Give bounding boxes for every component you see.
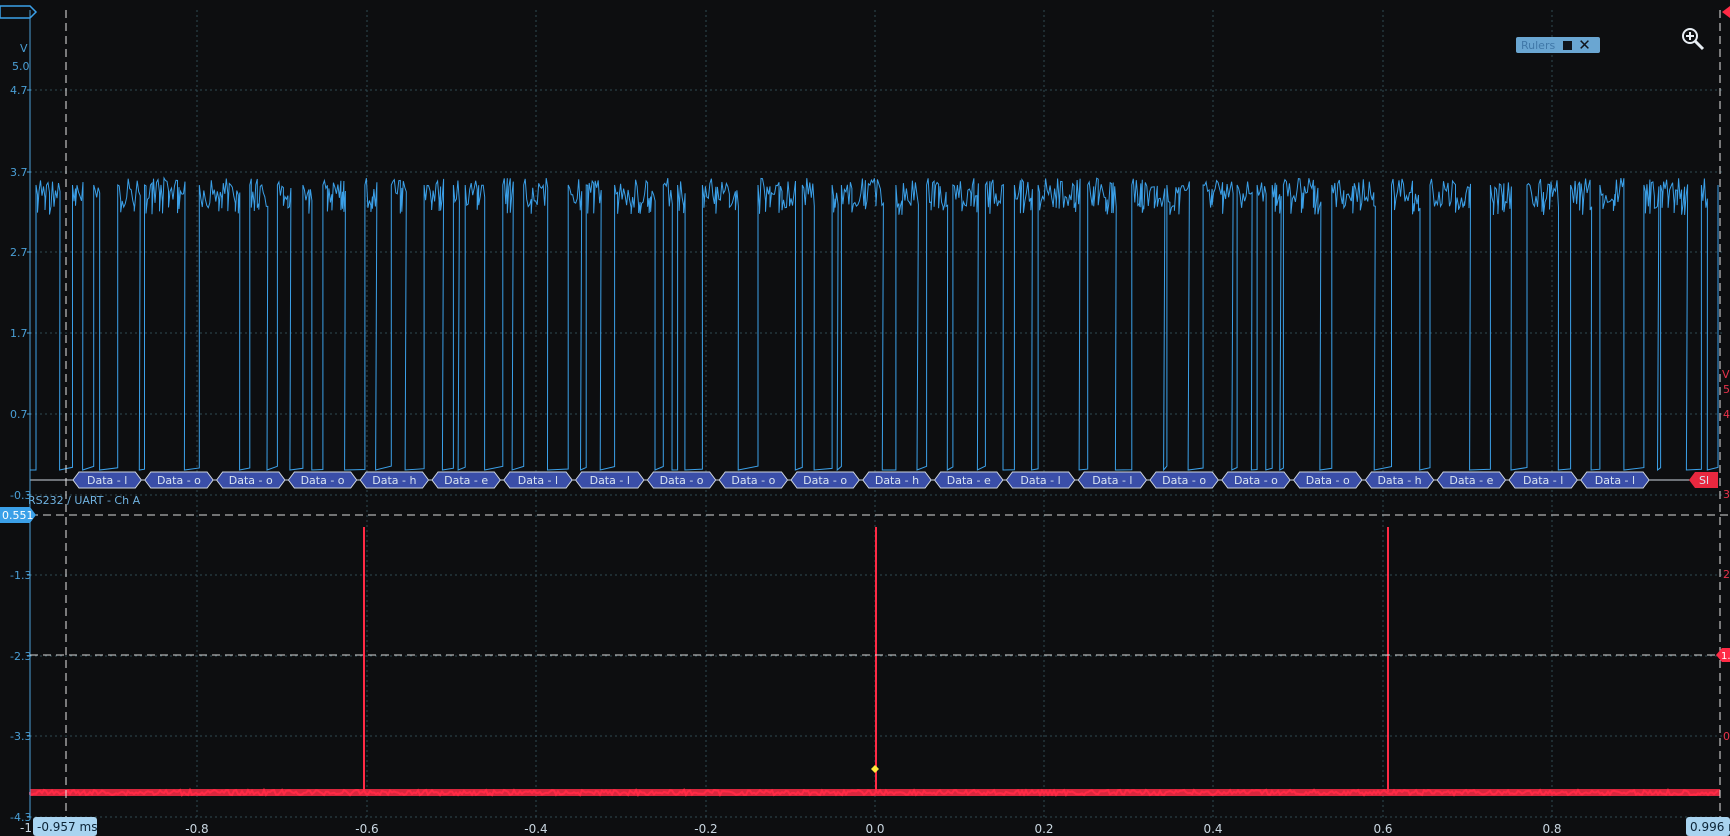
time-axis: -0.8 -0.6 -0.4 -0.2 0.0 0.2 0.4 0.6 0.8	[185, 822, 1561, 836]
threshold-marker-value: 0.551	[2, 509, 34, 522]
cursor-right-value: 0.996 r	[1690, 820, 1730, 834]
left-axis-tick: 0.7	[10, 408, 28, 421]
decoder-packet-label: Data - l	[1523, 474, 1563, 487]
decoder-packet[interactable]: Data - o	[144, 471, 214, 489]
decoder-packet[interactable]: Data - l	[1005, 471, 1076, 489]
decoder-packet[interactable]: Data - e	[431, 471, 501, 489]
decoder-packet-label: Data - h	[875, 474, 919, 487]
right-axis-unit: V	[1722, 368, 1730, 381]
decoder-packet-label: Data - o	[1306, 474, 1350, 487]
decoder-tail-label: Sl	[1699, 474, 1709, 487]
decoder-packet[interactable]: Data - l	[574, 471, 645, 489]
stop-icon[interactable]	[1563, 40, 1573, 50]
zoom-in-icon[interactable]	[1681, 27, 1705, 51]
decoder-packet[interactable]: Data - h	[862, 471, 932, 489]
cursor-left-value: -0.957 ms	[37, 820, 97, 834]
right-axis-tick: 4	[1723, 408, 1730, 421]
left-axis-top-value: 5.0	[12, 60, 30, 73]
decoder-packet-label: Data - l	[1092, 474, 1132, 487]
decoder-packet-label: Data - e	[444, 474, 488, 487]
rulers-label: Rulers	[1521, 38, 1556, 52]
decoder-packet-label: Data - o	[731, 474, 775, 487]
right-axis-tick: 2	[1723, 568, 1730, 581]
decoder-packet[interactable]: Data - o	[1292, 471, 1363, 489]
time-axis-tick: 0.6	[1373, 822, 1392, 836]
decoder-packet[interactable]: Data - o	[215, 471, 286, 489]
decoder-packet-label: Data - o	[1234, 474, 1278, 487]
channel-b-offset-marker[interactable]	[1722, 6, 1730, 18]
trigger-marker[interactable]	[871, 765, 879, 773]
left-axis-unit: V	[20, 42, 28, 55]
decoder-title: RS232 / UART - Ch A	[28, 494, 141, 507]
right-axis-tick: 5	[1723, 383, 1730, 396]
decoder-packet[interactable]: Data - h	[1364, 471, 1435, 489]
decoder-packet[interactable]: Data - e	[1436, 471, 1507, 489]
decoder-packet-label: Data - l	[87, 474, 127, 487]
channel-b-level-value: 1.	[1721, 651, 1730, 662]
decoder-tail-packet[interactable]: Sl	[1689, 472, 1718, 488]
channel-a-waveform	[30, 176, 1719, 472]
decoder-packet[interactable]: Data - o	[1149, 471, 1219, 489]
time-axis-tick: -0.2	[694, 822, 717, 836]
decoder-packet[interactable]: Data - l	[1508, 471, 1578, 489]
time-axis-tick: -0.8	[185, 822, 208, 836]
channel-b-trace	[29, 527, 1720, 798]
decoder-packet-label: Data - e	[1449, 474, 1493, 487]
decoder-packet[interactable]: Data - l	[1077, 471, 1148, 489]
left-axis-tick: 3.7	[10, 166, 28, 179]
close-icon[interactable]: ✕	[1578, 38, 1591, 53]
channel-a-trace	[30, 176, 1719, 472]
decoder-packet-label: Data - e	[947, 474, 991, 487]
decoder-packet[interactable]: Data - l	[72, 471, 142, 489]
left-axis-tick: 2.7	[10, 246, 28, 259]
time-axis-tick: 0.0	[865, 822, 884, 836]
decoder-packet-label: Data - o	[229, 474, 273, 487]
decoder-packet-label: Data - l	[518, 474, 558, 487]
right-axis: 5 4 3 2 0	[1723, 383, 1730, 743]
decoder-packet[interactable]: Data - e	[933, 471, 1004, 489]
decoder-packet[interactable]: Data - h	[359, 471, 430, 489]
channel-a-offset-marker[interactable]	[0, 5, 38, 19]
decoder-packet-label: Data - o	[803, 474, 847, 487]
decoder-packet[interactable]: Data - o	[1221, 471, 1291, 489]
time-axis-tick: 0.8	[1542, 822, 1561, 836]
decoder-packet[interactable]: Data - o	[790, 471, 860, 489]
decoder-packet-label: Data - o	[157, 474, 201, 487]
decoder-packet[interactable]: Data - o	[646, 471, 717, 489]
decoder-packet-label: Data - o	[301, 474, 345, 487]
left-axis-tick: 4.7	[10, 84, 28, 97]
time-axis-tick: -0.4	[524, 822, 547, 836]
right-axis-tick: 0	[1723, 730, 1730, 743]
left-axis-tick: 1.7	[10, 327, 28, 340]
time-axis-tick: 0.2	[1034, 822, 1053, 836]
decoder-packet[interactable]: Data - o	[287, 471, 358, 489]
decoder-packet[interactable]: Data - l	[503, 471, 573, 489]
decoder-packet[interactable]: Data - o	[718, 471, 789, 489]
decoder-packet-label: Data - o	[660, 474, 704, 487]
rulers-button[interactable]: Rulers ✕	[1516, 37, 1600, 53]
decoder-packet-label: Data - l	[1595, 474, 1635, 487]
decoder-packet[interactable]: Data - l	[1580, 471, 1650, 489]
decoder-packet-label: Data - h	[372, 474, 416, 487]
oscilloscope-view[interactable]: Data - l Data - o Data - o Data - o Data - h…	[0, 0, 1730, 836]
right-axis-tick: 3	[1723, 488, 1730, 501]
decoder-packet-label: Data - o	[1162, 474, 1206, 487]
decoder-packet-label: Data - l	[590, 474, 630, 487]
decoder-packet-label: Data - h	[1377, 474, 1421, 487]
time-axis-tick: 0.4	[1203, 822, 1222, 836]
decoder-packet-label: Data - l	[1020, 474, 1060, 487]
left-axis: 4.73.72.71.70.7-0.3-1.3-2.3-3.3-4.3	[10, 10, 31, 824]
time-axis-tick: -0.6	[355, 822, 378, 836]
decoder-row[interactable]: Data - l Data - o Data - o Data - o Data - h…	[30, 471, 1718, 489]
